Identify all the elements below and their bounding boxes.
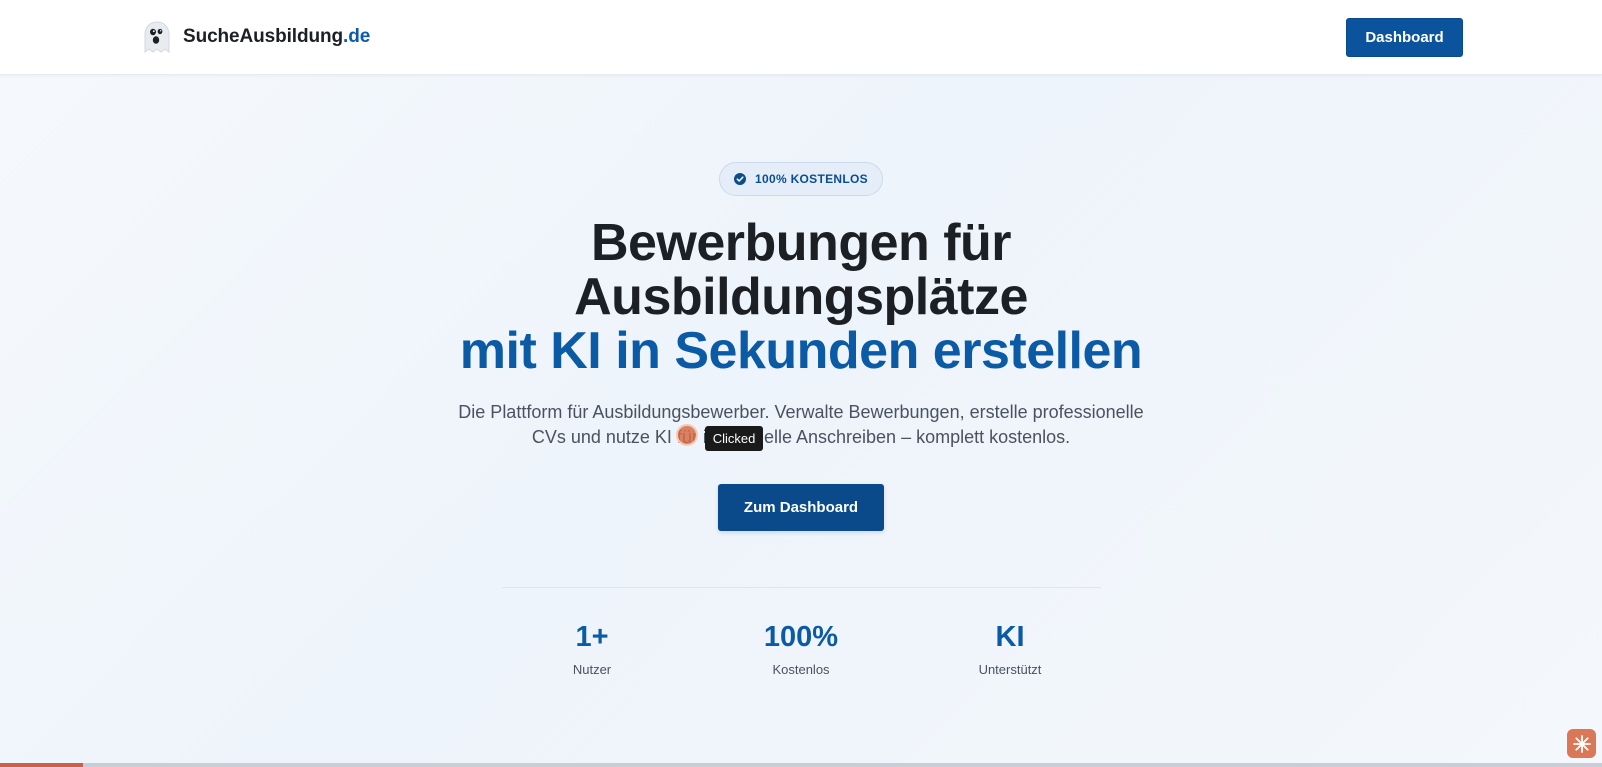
stat-free: 100% Kostenlos	[721, 620, 881, 677]
headline-line-1: Bewerbungen für	[590, 214, 1012, 272]
stat-value: 100%	[763, 621, 839, 653]
badge-label: 100% KOSTENLOS	[755, 172, 868, 186]
description-line-1: Die Plattform für Ausbildungsbewerber. V…	[458, 402, 1144, 422]
brand-tld: .de	[343, 26, 371, 47]
clicked-tooltip: Clicked	[705, 426, 763, 451]
headline-line-2: Ausbildungsplätze	[574, 268, 1028, 326]
check-circle-icon	[734, 173, 747, 185]
progress-fill	[0, 763, 84, 767]
go-to-dashboard-button[interactable]: Zum Dashboard	[718, 484, 884, 531]
stat-value: KI	[995, 621, 1025, 653]
click-indicator-icon	[676, 424, 698, 446]
hero-headline: Bewerbungen für Ausbildungsplätze mit KI…	[0, 216, 1602, 378]
stat-label: Nutzer	[572, 662, 612, 677]
stat-label: Unterstützt	[978, 662, 1042, 677]
hero-description: Die Plattform für Ausbildungsbewerber. V…	[451, 400, 1151, 450]
assistant-launcher-button[interactable]	[1567, 729, 1596, 758]
stat-label: Kostenlos	[772, 662, 830, 677]
sparkle-icon	[1572, 734, 1591, 753]
ghost-logo-icon	[144, 21, 170, 53]
stats-divider	[502, 587, 1101, 588]
headline-line-3: mit KI in Sekunden erstellen	[459, 322, 1143, 380]
brand-name: SucheAusbildung.de	[183, 26, 371, 47]
page-progress-bar	[0, 763, 1602, 767]
brand-logo-link[interactable]: SucheAusbildung.de	[138, 19, 370, 55]
site-header: SucheAusbildung.de Dashboard	[0, 0, 1602, 75]
dashboard-button[interactable]: Dashboard	[1346, 18, 1463, 57]
description-line-2: CVs und nutze KI für individuelle Anschr…	[531, 427, 1071, 447]
free-badge: 100% KOSTENLOS	[719, 162, 883, 196]
stat-users: 1+ Nutzer	[512, 620, 672, 677]
stat-value: 1+	[575, 621, 609, 653]
stat-ai: KI Unterstützt	[930, 620, 1090, 677]
